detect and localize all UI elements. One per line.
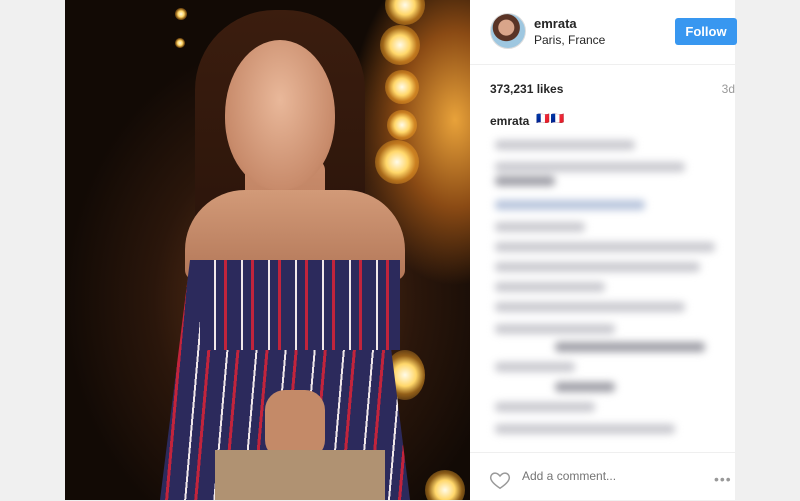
post-location[interactable]: Paris, France <box>534 33 605 47</box>
stage-light <box>425 470 465 500</box>
blurred-line <box>495 362 575 372</box>
blurred-line <box>555 382 615 392</box>
blurred-line <box>495 200 645 210</box>
stage-light <box>375 140 419 184</box>
post-header: emrata Paris, France Follow <box>470 0 737 65</box>
stage-light <box>175 8 187 20</box>
blurred-line <box>495 222 585 232</box>
blurred-line <box>495 162 685 172</box>
blurred-comments <box>485 130 735 450</box>
caption-emoji: 🇫🇷🇫🇷 <box>536 112 566 125</box>
blurred-line <box>495 140 635 150</box>
person-pants <box>215 450 385 500</box>
comment-input[interactable] <box>522 469 672 483</box>
more-options-icon[interactable]: ••• <box>714 471 732 487</box>
stage-light <box>175 38 185 48</box>
blurred-line <box>495 424 675 434</box>
likes-count[interactable]: 373,231 likes <box>490 82 563 96</box>
blurred-line <box>555 342 705 352</box>
stage-light <box>387 110 417 140</box>
follow-button[interactable]: Follow <box>675 18 737 45</box>
person-face <box>225 40 335 190</box>
blurred-line <box>495 324 615 334</box>
blurred-line <box>495 282 605 292</box>
blurred-line <box>495 262 700 272</box>
blurred-line <box>495 302 685 312</box>
profile-avatar[interactable] <box>490 13 526 49</box>
striped-top-band <box>200 260 400 350</box>
stage-light <box>380 25 420 65</box>
blurred-line <box>495 242 715 252</box>
post-photo[interactable] <box>65 0 470 500</box>
post-sidebar: emrata Paris, France Follow 373,231 like… <box>470 0 737 501</box>
blurred-line <box>495 402 595 412</box>
instagram-post: emrata Paris, France Follow 373,231 like… <box>65 0 737 501</box>
post-age[interactable]: 3d <box>722 82 735 96</box>
post-username[interactable]: emrata <box>534 16 577 31</box>
heart-icon[interactable] <box>489 469 511 491</box>
post-footer: ••• <box>470 452 735 501</box>
stage-light <box>385 0 425 25</box>
stage-light <box>385 70 419 104</box>
caption-username[interactable]: emrata <box>490 114 529 128</box>
blurred-line <box>495 176 555 186</box>
